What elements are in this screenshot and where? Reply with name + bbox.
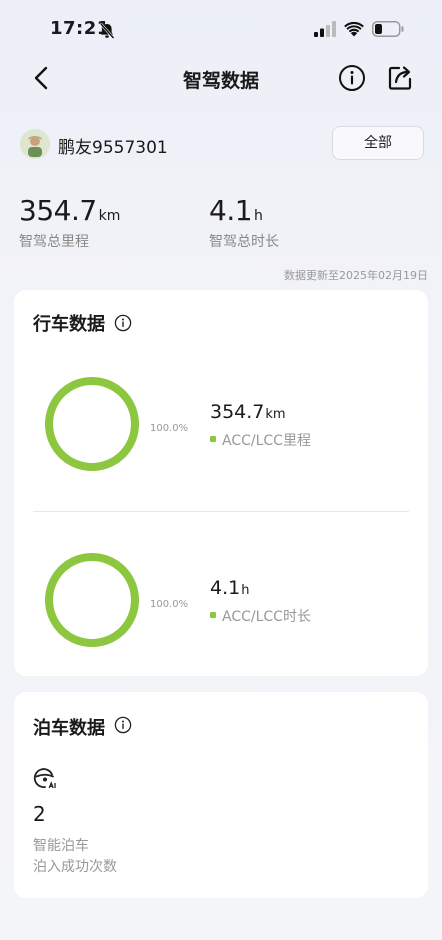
- divider: [33, 511, 409, 512]
- total-duration-label: 智驾总时长: [209, 234, 279, 250]
- total-duration-unit: h: [254, 208, 263, 224]
- mileage-legend: ACC/LCC里程: [210, 430, 311, 450]
- wifi-icon: [344, 21, 364, 37]
- duration-label: ACC/LCC时长: [222, 609, 311, 625]
- duration-legend: ACC/LCC时长: [210, 606, 311, 626]
- signal-icon: [314, 21, 336, 37]
- mileage-value: 354.7: [210, 401, 265, 423]
- avatar[interactable]: [20, 129, 50, 159]
- driving-data-card: 行车数据 100.0% 354.7km ACC/LCC里程 100.0% 4.1…: [14, 290, 428, 676]
- parking-label-success: 泊入成功次数: [33, 859, 117, 875]
- info-icon[interactable]: [338, 64, 366, 92]
- mileage-ring-chart: [45, 377, 139, 471]
- duration-ring-chart: [45, 553, 139, 647]
- duration-percent: 100.0%: [150, 599, 189, 610]
- total-duration-stat: 4.1 h 智驾总时长: [209, 194, 279, 251]
- nav-bar: 智驾数据: [0, 58, 442, 98]
- legend-swatch: [210, 436, 216, 442]
- user-row: 鹏友9557301 全部: [18, 126, 424, 162]
- total-mileage-stat: 354.7 km 智驾总里程: [19, 194, 120, 251]
- duration-value: 4.1: [210, 577, 241, 599]
- mileage-label: ACC/LCC里程: [222, 433, 311, 449]
- duration-metric: 4.1h: [210, 577, 249, 599]
- mileage-percent: 100.0%: [150, 423, 189, 434]
- avatar-image: [20, 129, 50, 159]
- parking-card-title: 泊车数据: [33, 718, 105, 739]
- battery-icon: [372, 21, 404, 37]
- parking-count: 2: [33, 802, 46, 826]
- total-mileage-unit: km: [98, 208, 121, 224]
- parking-data-card: 泊车数据 2 智能泊车 泊入成功次数: [14, 692, 428, 898]
- driving-card-title: 行车数据: [33, 314, 105, 335]
- data-updated-text: 数据更新至2025年02月19日: [284, 269, 428, 282]
- parking-label-smart: 智能泊车: [33, 838, 89, 854]
- duration-ring-arc: [45, 553, 139, 647]
- total-duration-value: 4.1: [209, 194, 253, 227]
- mileage-ring-arc: [45, 377, 139, 471]
- status-bar: 17:21: [0, 0, 442, 60]
- steering-ai-icon: [33, 768, 56, 789]
- total-mileage-label: 智驾总里程: [19, 234, 89, 250]
- driving-info-icon[interactable]: [114, 314, 132, 332]
- page-title: 智驾数据: [182, 70, 259, 92]
- parking-info-icon[interactable]: [114, 716, 132, 734]
- mileage-unit: km: [265, 407, 286, 422]
- filter-all-button[interactable]: 全部: [332, 126, 424, 160]
- user-name: 鹏友9557301: [58, 138, 168, 158]
- legend-swatch: [210, 612, 216, 618]
- total-mileage-value: 354.7: [19, 194, 97, 227]
- share-icon[interactable]: [386, 64, 414, 92]
- mileage-metric: 354.7km: [210, 401, 286, 423]
- bell-off-icon: [100, 23, 115, 39]
- duration-unit: h: [241, 583, 250, 598]
